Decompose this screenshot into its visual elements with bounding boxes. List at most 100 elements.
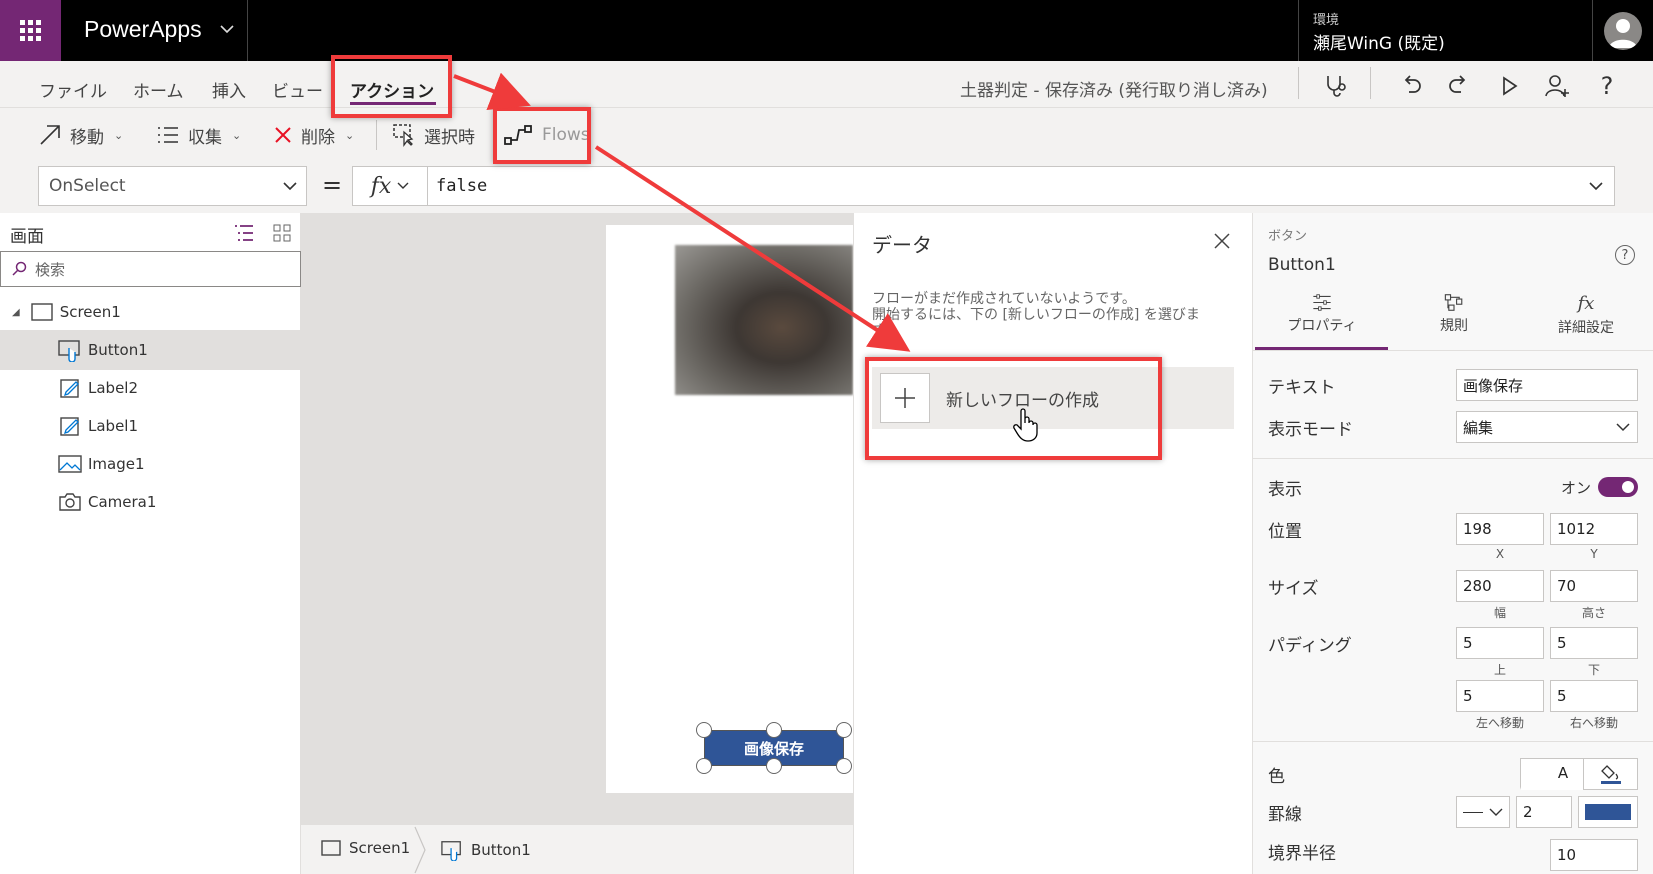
divider bbox=[376, 120, 377, 150]
chevron-down-icon[interactable] bbox=[220, 22, 234, 38]
menu-action[interactable]: アクション bbox=[350, 77, 434, 102]
redo-icon[interactable] bbox=[1442, 69, 1476, 103]
new-flow-button[interactable]: 新しいフローの作成 bbox=[872, 367, 1234, 429]
color-label: 色 bbox=[1268, 767, 1285, 787]
border-width-input[interactable]: 2 bbox=[1516, 796, 1572, 828]
help-icon[interactable]: ? bbox=[1615, 245, 1635, 265]
width-input[interactable]: 280 bbox=[1456, 570, 1544, 602]
width-caption: 幅 bbox=[1493, 606, 1506, 620]
tree-item-screen1[interactable]: ◢ Screen1 bbox=[0, 292, 300, 332]
share-user-icon[interactable] bbox=[1540, 69, 1574, 103]
app-name[interactable]: PowerApps bbox=[84, 16, 202, 43]
tree-item-label1[interactable]: Label1 bbox=[0, 406, 300, 446]
tab-rules[interactable]: 規則 bbox=[1389, 293, 1519, 335]
menu-home[interactable]: ホーム bbox=[133, 77, 184, 102]
thumbnail-view-icon[interactable] bbox=[270, 221, 294, 245]
remove-label: 削除 bbox=[301, 127, 335, 148]
active-tab-indicator bbox=[350, 102, 436, 105]
collect-button[interactable]: 収集 ⌄ bbox=[156, 122, 241, 148]
no-flows-message: フローがまだ作成されていないようです。 開始するには、下の [新しいフローの作成… bbox=[872, 291, 1242, 339]
environment-picker[interactable]: 瀬尾WinG (既定) bbox=[1313, 29, 1445, 54]
display-mode-dropdown[interactable]: 編集 bbox=[1456, 411, 1638, 443]
camera-control-icon bbox=[58, 490, 82, 514]
border-style-dropdown[interactable] bbox=[1456, 796, 1510, 828]
visible-toggle[interactable] bbox=[1598, 477, 1638, 497]
resize-handle[interactable] bbox=[766, 722, 782, 738]
navigate-button[interactable]: 移動 ⌄ bbox=[38, 122, 123, 148]
remove-button[interactable]: 削除 ⌄ bbox=[273, 122, 354, 148]
label-control-icon bbox=[58, 414, 82, 438]
app-launcher-button[interactable] bbox=[0, 0, 61, 61]
border-radius-input[interactable]: 10 bbox=[1550, 839, 1638, 871]
onselect-button[interactable]: 選択時 bbox=[392, 122, 475, 148]
property-dropdown[interactable]: OnSelect bbox=[38, 166, 307, 206]
tree-title: 画面 bbox=[10, 227, 44, 247]
undo-icon[interactable] bbox=[1394, 69, 1428, 103]
arrow-up-right-icon bbox=[40, 125, 60, 145]
divider bbox=[247, 0, 248, 61]
fill-color-picker[interactable] bbox=[1583, 758, 1638, 790]
tree-item-label2[interactable]: Label2 bbox=[0, 368, 300, 408]
menu-insert[interactable]: 挿入 bbox=[212, 77, 246, 102]
tree-list-view-icon[interactable] bbox=[232, 221, 256, 245]
height-input[interactable]: 70 bbox=[1550, 570, 1638, 602]
resize-handle[interactable] bbox=[836, 722, 852, 738]
display-mode-label: 表示モード bbox=[1268, 420, 1353, 440]
tab-label: 詳細設定 bbox=[1558, 320, 1614, 336]
sliders-icon bbox=[1313, 294, 1331, 311]
breadcrumb-control[interactable]: Button1 bbox=[441, 839, 531, 861]
position-x-input[interactable]: 198 bbox=[1456, 513, 1544, 545]
text-input[interactable]: 画像保存 bbox=[1456, 369, 1638, 401]
padding-left-input[interactable]: 5 bbox=[1456, 680, 1544, 712]
document-status: 土器判定 - 保存済み (発行取り消し済み) bbox=[960, 81, 1268, 101]
property-value: OnSelect bbox=[49, 176, 126, 196]
padding-bottom-input[interactable]: 5 bbox=[1550, 627, 1638, 659]
menu-file[interactable]: ファイル bbox=[39, 77, 107, 102]
chevron-down-icon bbox=[397, 182, 409, 189]
plus-icon bbox=[880, 373, 930, 423]
resize-handle[interactable] bbox=[836, 758, 852, 774]
caret-down-icon[interactable]: ◢ bbox=[12, 307, 20, 318]
display-mode-value: 編集 bbox=[1463, 418, 1494, 437]
formula-input[interactable]: false bbox=[427, 166, 1615, 206]
flows-button[interactable]: Flows bbox=[504, 122, 590, 148]
tree-item-camera1[interactable]: Camera1 bbox=[0, 482, 300, 522]
close-x-icon bbox=[275, 127, 291, 143]
breadcrumb-screen[interactable]: Screen1 bbox=[321, 839, 410, 857]
fx-icon: fx bbox=[1577, 293, 1595, 314]
bottom-caption: 下 bbox=[1587, 663, 1600, 677]
tree-item-image1[interactable]: Image1 bbox=[0, 444, 300, 484]
screen-icon bbox=[321, 840, 341, 856]
fx-icon: fx bbox=[370, 173, 392, 199]
tree-search-input[interactable]: 検索 bbox=[0, 251, 301, 287]
top-bar: PowerApps 環境 瀬尾WinG (既定) bbox=[0, 0, 1653, 61]
tab-properties[interactable]: プロパティ bbox=[1257, 293, 1387, 335]
border-color-picker[interactable] bbox=[1578, 796, 1638, 828]
list-icon bbox=[158, 127, 178, 143]
resize-handle[interactable] bbox=[766, 758, 782, 774]
padding-right-input[interactable]: 5 bbox=[1550, 680, 1638, 712]
position-y-input[interactable]: 1012 bbox=[1550, 513, 1638, 545]
padding-top-input[interactable]: 5 bbox=[1456, 627, 1544, 659]
chevron-down-icon[interactable] bbox=[1588, 176, 1604, 201]
tree-item-button1[interactable]: Button1 bbox=[0, 330, 300, 370]
close-icon[interactable] bbox=[1210, 229, 1234, 253]
menu-view[interactable]: ビュー bbox=[272, 77, 323, 102]
resize-handle[interactable] bbox=[696, 758, 712, 774]
data-pane: データ フローがまだ作成されていないようです。 開始するには、下の [新しいフロ… bbox=[853, 213, 1252, 874]
properties-panel: ボタン Button1 ? プロパティ 規則 fx 詳細設定 テキスト 画像保存… bbox=[1252, 213, 1653, 874]
camera-image[interactable] bbox=[675, 245, 853, 395]
resize-handle[interactable] bbox=[696, 722, 712, 738]
play-icon[interactable] bbox=[1492, 69, 1526, 103]
user-avatar[interactable] bbox=[1604, 12, 1642, 50]
tab-advanced[interactable]: fx 詳細設定 bbox=[1521, 293, 1651, 336]
visible-label: 表示 bbox=[1268, 480, 1302, 500]
button-control-icon bbox=[441, 841, 461, 861]
app-checker-icon[interactable] bbox=[1318, 69, 1352, 103]
help-icon[interactable]: ? bbox=[1590, 69, 1624, 103]
tree-item-label: Label1 bbox=[88, 417, 139, 435]
control-name[interactable]: Button1 bbox=[1268, 255, 1336, 275]
tree-item-label: Label2 bbox=[88, 379, 139, 397]
fx-button[interactable]: fx bbox=[352, 166, 428, 206]
breadcrumb-screen-label: Screen1 bbox=[349, 839, 411, 857]
